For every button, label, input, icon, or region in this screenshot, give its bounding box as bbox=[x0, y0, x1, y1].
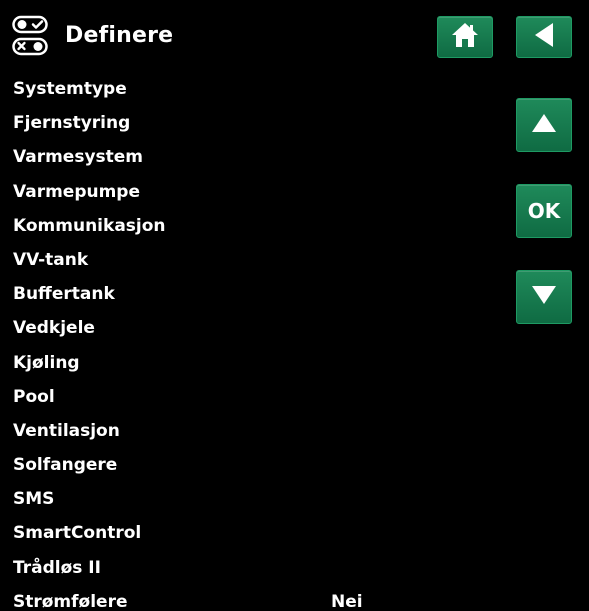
menu-item-label: Kjøling bbox=[13, 352, 80, 373]
scroll-up-button[interactable] bbox=[516, 98, 572, 152]
menu-item-varmepumpe[interactable]: Varmepumpe bbox=[13, 175, 493, 209]
menu-item-label: Trådløs II bbox=[13, 557, 101, 578]
menu-item-kommunikasjon[interactable]: Kommunikasjon bbox=[13, 209, 493, 243]
menu-item-label: Fjernstyring bbox=[13, 113, 131, 134]
menu-item-label: Varmesystem bbox=[13, 147, 144, 168]
menu-item-fjernstyring[interactable]: Fjernstyring bbox=[13, 106, 493, 140]
toggle-switches-icon bbox=[11, 14, 57, 58]
screen: Definere OK Systemtype Fjernstyring Varm… bbox=[0, 0, 589, 611]
menu-item-vedkjele[interactable]: Vedkjele bbox=[13, 311, 493, 345]
menu-item-label: Vedkjele bbox=[13, 318, 95, 339]
menu-item-label: VV-tank bbox=[13, 249, 89, 270]
menu-item-stromfolere[interactable]: Strømfølere Nei bbox=[13, 585, 493, 611]
menu-item-label: Ventilasjon bbox=[13, 420, 120, 441]
menu-item-pool[interactable]: Pool bbox=[13, 380, 493, 414]
arrow-up-icon bbox=[530, 111, 558, 139]
menu-item-label: Kommunikasjon bbox=[13, 215, 166, 236]
menu-item-label: Solfangere bbox=[13, 455, 118, 476]
menu-item-label: Systemtype bbox=[13, 79, 127, 99]
settings-menu-list: Systemtype Fjernstyring Varmesystem Varm… bbox=[13, 72, 493, 611]
menu-item-label: Pool bbox=[13, 386, 55, 407]
menu-item-varmesystem[interactable]: Varmesystem bbox=[13, 140, 493, 174]
menu-item-label: Buffertank bbox=[13, 284, 115, 305]
menu-item-label: Strømfølere bbox=[13, 591, 128, 611]
ok-button[interactable]: OK bbox=[516, 184, 572, 238]
menu-item-buffertank[interactable]: Buffertank bbox=[13, 277, 493, 311]
home-button[interactable] bbox=[437, 16, 493, 58]
menu-item-label: SMS bbox=[13, 489, 55, 510]
menu-item-systemtype[interactable]: Systemtype bbox=[13, 72, 493, 106]
page-title: Definere bbox=[65, 23, 174, 48]
arrow-down-icon bbox=[530, 283, 558, 311]
menu-item-label: Varmepumpe bbox=[13, 181, 141, 202]
ok-label: OK bbox=[527, 199, 561, 223]
menu-item-ventilasjon[interactable]: Ventilasjon bbox=[13, 414, 493, 448]
menu-item-tradlos-ii[interactable]: Trådløs II bbox=[13, 551, 493, 585]
menu-item-kjoling[interactable]: Kjøling bbox=[13, 346, 493, 380]
menu-item-smartcontrol[interactable]: SmartControl bbox=[13, 516, 493, 550]
header: Definere bbox=[11, 14, 173, 58]
home-icon bbox=[450, 21, 480, 53]
menu-item-sms[interactable]: SMS bbox=[13, 482, 493, 516]
back-button[interactable] bbox=[516, 16, 572, 58]
back-arrow-icon bbox=[531, 21, 557, 53]
menu-item-value: Nei bbox=[331, 591, 363, 611]
scroll-down-button[interactable] bbox=[516, 270, 572, 324]
menu-item-label: SmartControl bbox=[13, 523, 142, 544]
menu-item-vv-tank[interactable]: VV-tank bbox=[13, 243, 493, 277]
menu-item-solfangere[interactable]: Solfangere bbox=[13, 448, 493, 482]
